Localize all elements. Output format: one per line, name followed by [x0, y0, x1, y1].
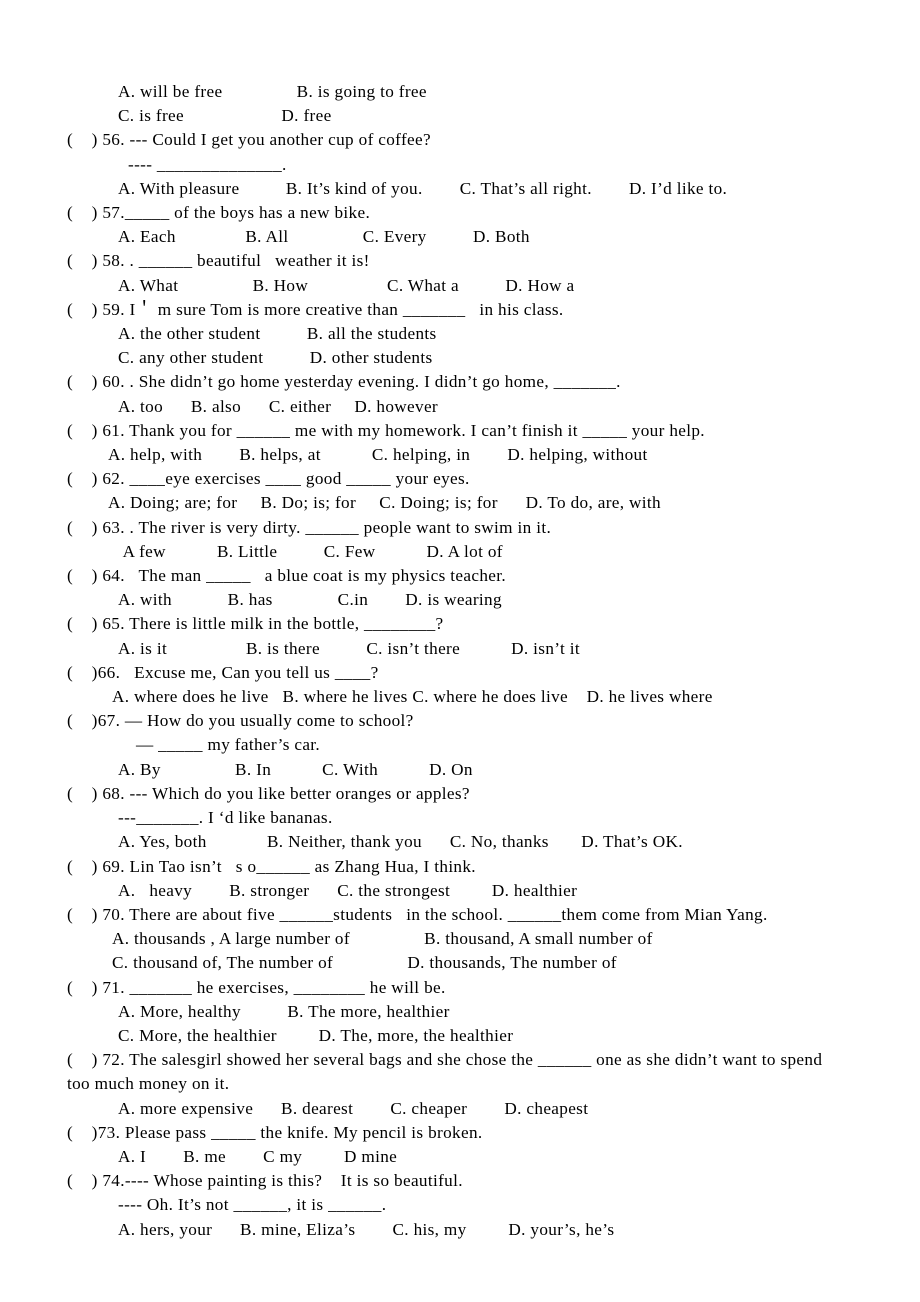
question-stem: ( ) 60. . She didn’t go home yesterday e…: [67, 372, 621, 392]
question-stem: ( ) 72. The salesgirl showed her several…: [67, 1050, 823, 1070]
question-stem: ( ) 68. --- Which do you like better ora…: [67, 783, 470, 803]
option-row: A. hers, your B. mine, Eliza’s C. his, m…: [118, 1219, 615, 1239]
question-72: ( ) 72. The salesgirl showed her several…: [0, 1048, 920, 1121]
question-69: ( ) 69. Lin Tao isn’t s o______ as Zhang…: [0, 855, 920, 903]
question-stem: ( )73. Please pass _____ the knife. My p…: [67, 1122, 483, 1142]
carryover-option-row-1: A. will be free B. is going to free: [118, 82, 427, 101]
question-74: ( ) 74.---- Whose painting is this? It i…: [0, 1169, 920, 1242]
worksheet-page: A. will be free B. is going to free C. i…: [0, 0, 920, 1302]
option-row: A. I B. me C my D mine: [118, 1146, 398, 1166]
option-row: A. more expensive B. dearest C. cheaper …: [118, 1098, 589, 1118]
question-57: ( ) 57._____ of the boys has a new bike.…: [0, 201, 920, 249]
question-stem-continuation: too much money on it.: [67, 1074, 230, 1094]
question-stem: ( ) 62. ____eye exercises ____ good ____…: [67, 469, 470, 489]
question-stem: ( )67. — How do you usually come to scho…: [67, 711, 414, 731]
question-list: ( ) 56. --- Could I get you another cup …: [0, 128, 920, 1241]
question-stem: ( ) 74.---- Whose painting is this? It i…: [67, 1171, 463, 1191]
question-63: ( ) 63. . The river is very dirty. _____…: [0, 516, 920, 564]
question-56: ( ) 56. --- Could I get you another cup …: [0, 128, 920, 201]
question-stem: ( ) 57._____ of the boys has a new bike.: [67, 203, 371, 223]
question-62: ( ) 62. ____eye exercises ____ good ____…: [0, 467, 920, 515]
option-row: A. heavy B. stronger C. the strongest D.…: [118, 880, 578, 900]
question-sub-prompt: ---_______. I ‘d like bananas.: [118, 808, 333, 828]
option-row: A. Yes, both B. Neither, thank you C. No…: [118, 832, 683, 852]
question-stem: ( ) 65. There is little milk in the bott…: [67, 614, 444, 634]
question-67: ( )67. — How do you usually come to scho…: [0, 709, 920, 782]
option-row: A. where does he live B. where he lives …: [112, 687, 713, 707]
question-stem: ( ) 58. . ______ beautiful weather it is…: [67, 251, 370, 271]
question-59: ( ) 59. I＇ m sure Tom is more creative t…: [0, 298, 920, 371]
question-73: ( )73. Please pass _____ the knife. My p…: [0, 1121, 920, 1169]
question-sub-prompt: ---- ______________.: [128, 154, 287, 174]
question-61: ( ) 61. Thank you for ______ me with my …: [0, 419, 920, 467]
option-row: A. By B. In C. With D. On: [118, 759, 473, 779]
option-row: A. with B. has C.in D. is wearing: [118, 590, 502, 610]
question-68: ( ) 68. --- Which do you like better ora…: [0, 782, 920, 855]
question-stem: ( ) 71. _______ he exercises, ________ h…: [67, 977, 446, 997]
question-stem: ( )66. Excuse me, Can you tell us ____?: [67, 662, 379, 682]
option-row: A. too B. also C. either D. however: [118, 396, 438, 416]
option-row: C. More, the healthier D. The, more, the…: [118, 1025, 514, 1045]
question-71: ( ) 71. _______ he exercises, ________ h…: [0, 976, 920, 1049]
question-60: ( ) 60. . She didn’t go home yesterday e…: [0, 370, 920, 418]
option-row: A. More, healthy B. The more, healthier: [118, 1001, 450, 1021]
option-row: C. any other student D. other students: [118, 348, 433, 368]
question-stem: ( ) 63. . The river is very dirty. _____…: [67, 517, 552, 537]
question-stem: ( ) 64. The man _____ a blue coat is my …: [67, 566, 507, 586]
question-stem: ( ) 69. Lin Tao isn’t s o______ as Zhang…: [67, 856, 476, 876]
option-row: A. What B. How C. What a D. How a: [118, 275, 575, 295]
question-66: ( )66. Excuse me, Can you tell us ____? A…: [0, 661, 920, 709]
question-stem: ( ) 61. Thank you for ______ me with my …: [67, 420, 705, 440]
question-sub-prompt: — _____ my father’s car.: [136, 735, 321, 755]
option-row: A. the other student B. all the students: [118, 324, 437, 344]
option-row: A. With pleasure B. It’s kind of you. C.…: [118, 178, 728, 198]
carryover-option-row-2: C. is free D. free: [118, 106, 332, 126]
option-row: A. Doing; are; for B. Do; is; for C. Doi…: [108, 493, 661, 513]
question-65: ( ) 65. There is little milk in the bott…: [0, 612, 920, 660]
option-row: A. Each B. All C. Every D. Both: [118, 227, 530, 247]
option-row: A few B. Little C. Few D. A lot of: [118, 541, 503, 561]
question-stem: ( ) 70. There are about five ______stude…: [67, 904, 768, 924]
option-row: A. is it B. is there C. isn’t there D. i…: [118, 638, 581, 658]
question-sub-prompt: ---- Oh. It’s not ______, it is ______.: [118, 1195, 387, 1215]
option-row: C. thousand of, The number of D. thousan…: [112, 953, 617, 973]
option-row: A. help, with B. helps, at C. helping, i…: [108, 445, 648, 465]
option-row: A. thousands , A large number of B. thou…: [112, 929, 653, 949]
question-stem: ( ) 59. I＇ m sure Tom is more creative t…: [67, 299, 564, 319]
question-64: ( ) 64. The man _____ a blue coat is my …: [0, 564, 920, 612]
question-stem: ( ) 56. --- Could I get you another cup …: [67, 130, 431, 150]
question-70: ( ) 70. There are about five ______stude…: [0, 903, 920, 976]
question-58: ( ) 58. . ______ beautiful weather it is…: [0, 249, 920, 297]
